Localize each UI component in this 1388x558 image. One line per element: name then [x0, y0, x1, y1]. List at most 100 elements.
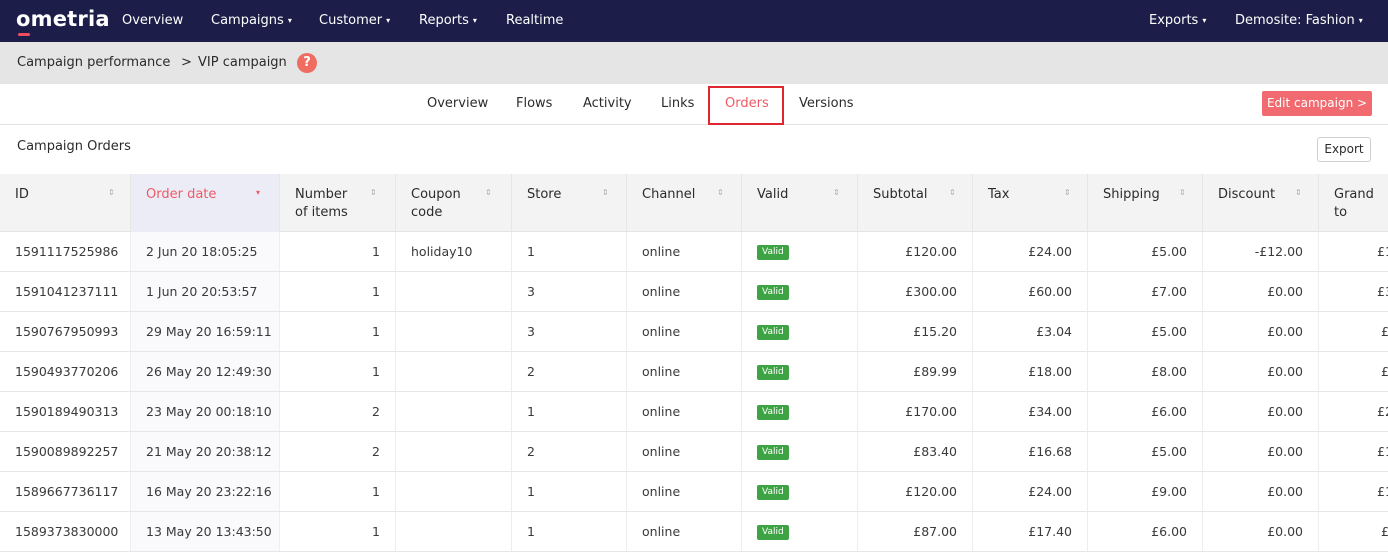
cell-number-of-items: 1	[279, 232, 395, 271]
cell-discount: £0.00	[1202, 432, 1318, 471]
column-header-label: Store	[527, 187, 562, 202]
breadcrumb-current: VIP campaign	[198, 55, 287, 70]
cell-id: 1589667736117	[15, 484, 119, 499]
column-header-valid[interactable]: Valid ⇕	[741, 174, 857, 232]
column-header-grand-total[interactable]: Grand to	[1318, 174, 1388, 232]
valid-badge: Valid	[757, 525, 789, 540]
valid-badge: Valid	[757, 445, 789, 460]
cell-subtotal: £87.00	[857, 512, 972, 551]
tab-activity[interactable]: Activity	[583, 84, 632, 124]
cell-order-date: 21 May 20 20:38:12	[130, 432, 279, 471]
nav-exports[interactable]: Exports ▾	[1149, 0, 1206, 42]
cell-subtotal: £83.40	[857, 432, 972, 471]
cell-store: 3	[511, 312, 626, 351]
section-title: Campaign Orders	[17, 139, 131, 154]
table-row[interactable]: 1590189490313 23 May 20 00:18:10 2 1 online V…	[0, 392, 1388, 432]
cell-discount: £0.00	[1202, 312, 1318, 351]
nav-site-selector[interactable]: Demosite: Fashion ▾	[1235, 0, 1363, 42]
column-header-discount[interactable]: Discount ⇕	[1202, 174, 1318, 232]
table-row[interactable]: 1590493770206 26 May 20 12:49:30 1 2 online V…	[0, 352, 1388, 392]
column-header-coupon-code[interactable]: Coupon code ⇕	[395, 174, 511, 232]
cell-subtotal: £300.00	[857, 272, 972, 311]
cell-tax: £34.00	[972, 392, 1087, 431]
edit-campaign-button[interactable]: Edit campaign >	[1262, 91, 1372, 116]
cell-coupon-code	[395, 352, 511, 391]
cell-tax: £3.04	[972, 312, 1087, 351]
sort-desc-icon: ▾	[256, 188, 261, 197]
table-row[interactable]: 1591041237111 1 Jun 20 20:53:57 1 3 online Va…	[0, 272, 1388, 312]
column-header-label: Valid	[757, 187, 789, 202]
cell-channel: online	[626, 472, 741, 511]
logo-underline	[18, 33, 30, 36]
nav-campaigns[interactable]: Campaigns ▾	[211, 0, 292, 42]
cell-coupon-code	[395, 432, 511, 471]
cell-tax: £60.00	[972, 272, 1087, 311]
table-row[interactable]: 1590089892257 21 May 20 20:38:12 2 2 online V…	[0, 432, 1388, 472]
chevron-down-icon: ▾	[1358, 16, 1363, 25]
table-row[interactable]: 1590767950993 29 May 20 16:59:11 1 3 online V…	[0, 312, 1388, 352]
column-header-number-of-items[interactable]: Number of items ⇕	[279, 174, 395, 232]
table-row[interactable]: 1591117525986 2 Jun 20 18:05:25 1 holiday10…	[0, 232, 1388, 272]
cell-shipping: £6.00	[1087, 392, 1202, 431]
breadcrumb-parent[interactable]: Campaign performance	[17, 42, 170, 84]
column-header-order-date[interactable]: Order date ▾	[130, 174, 279, 232]
column-header-shipping[interactable]: Shipping ⇕	[1087, 174, 1202, 232]
nav-realtime[interactable]: Realtime	[506, 0, 563, 42]
cell-order-date: 13 May 20 13:43:50	[130, 512, 279, 551]
column-header-label: Order date	[146, 187, 217, 202]
sort-icon: ⇕	[370, 188, 377, 197]
sort-icon: ⇕	[717, 188, 724, 197]
cell-channel: online	[626, 392, 741, 431]
tab-links[interactable]: Links	[661, 84, 694, 124]
cell-subtotal: £120.00	[857, 472, 972, 511]
active-tab-highlight	[708, 86, 784, 125]
column-header-label: Coupon code	[411, 187, 461, 220]
cell-id: 1590767950993	[15, 324, 119, 339]
cell-store: 3	[511, 272, 626, 311]
column-header-label: Channel	[642, 187, 696, 202]
column-header-tax[interactable]: Tax ⇕	[972, 174, 1087, 232]
cell-grand-total: £21	[1318, 392, 1388, 431]
sort-icon: ⇕	[1179, 188, 1186, 197]
chevron-down-icon: ▾	[1202, 16, 1207, 25]
nav-customer[interactable]: Customer ▾	[319, 0, 390, 42]
column-header-id[interactable]: ID ⇕	[0, 174, 130, 232]
table-row[interactable]: 1589667736117 16 May 20 23:22:16 1 1 online V…	[0, 472, 1388, 512]
table-row[interactable]: 1589373830000 13 May 20 13:43:50 1 1 online V…	[0, 512, 1388, 552]
cell-store: 2	[511, 432, 626, 471]
cell-valid: Valid	[741, 312, 857, 351]
cell-order-date: 1 Jun 20 20:53:57	[130, 272, 279, 311]
cell-order-date: 29 May 20 16:59:11	[130, 312, 279, 351]
help-icon[interactable]: ?	[297, 53, 317, 73]
tab-versions[interactable]: Versions	[799, 84, 854, 124]
column-header-channel[interactable]: Channel ⇕	[626, 174, 741, 232]
export-button[interactable]: Export	[1317, 137, 1371, 162]
cell-order-date: 26 May 20 12:49:30	[130, 352, 279, 391]
chevron-down-icon: ▾	[472, 16, 477, 25]
valid-badge: Valid	[757, 325, 789, 340]
cell-grand-total: £	[1318, 312, 1388, 351]
cell-channel: online	[626, 432, 741, 471]
valid-badge: Valid	[757, 485, 789, 500]
nav-overview[interactable]: Overview	[122, 0, 183, 42]
cell-tax: £18.00	[972, 352, 1087, 391]
ometria-logo[interactable]: ometria	[16, 7, 110, 31]
cell-grand-total: £36	[1318, 272, 1388, 311]
table-header: ID ⇕ Order date ▾ Number of items ⇕ Coupon cod…	[0, 174, 1388, 232]
cell-valid: Valid	[741, 272, 857, 311]
nav-reports[interactable]: Reports ▾	[419, 0, 477, 42]
cell-id: 1591041237111	[15, 284, 119, 299]
column-header-subtotal[interactable]: Subtotal ⇕	[857, 174, 972, 232]
cell-id: 1590189490313	[15, 404, 119, 419]
cell-store: 1	[511, 232, 626, 271]
cell-subtotal: £15.20	[857, 312, 972, 351]
tab-overview[interactable]: Overview	[427, 84, 488, 124]
cell-subtotal: £170.00	[857, 392, 972, 431]
tab-flows[interactable]: Flows	[516, 84, 552, 124]
column-header-label: Tax	[988, 187, 1010, 202]
cell-tax: £24.00	[972, 472, 1087, 511]
cell-subtotal: £120.00	[857, 232, 972, 271]
column-header-store[interactable]: Store ⇕	[511, 174, 626, 232]
sort-icon: ⇕	[485, 188, 492, 197]
cell-grand-total: £10	[1318, 432, 1388, 471]
